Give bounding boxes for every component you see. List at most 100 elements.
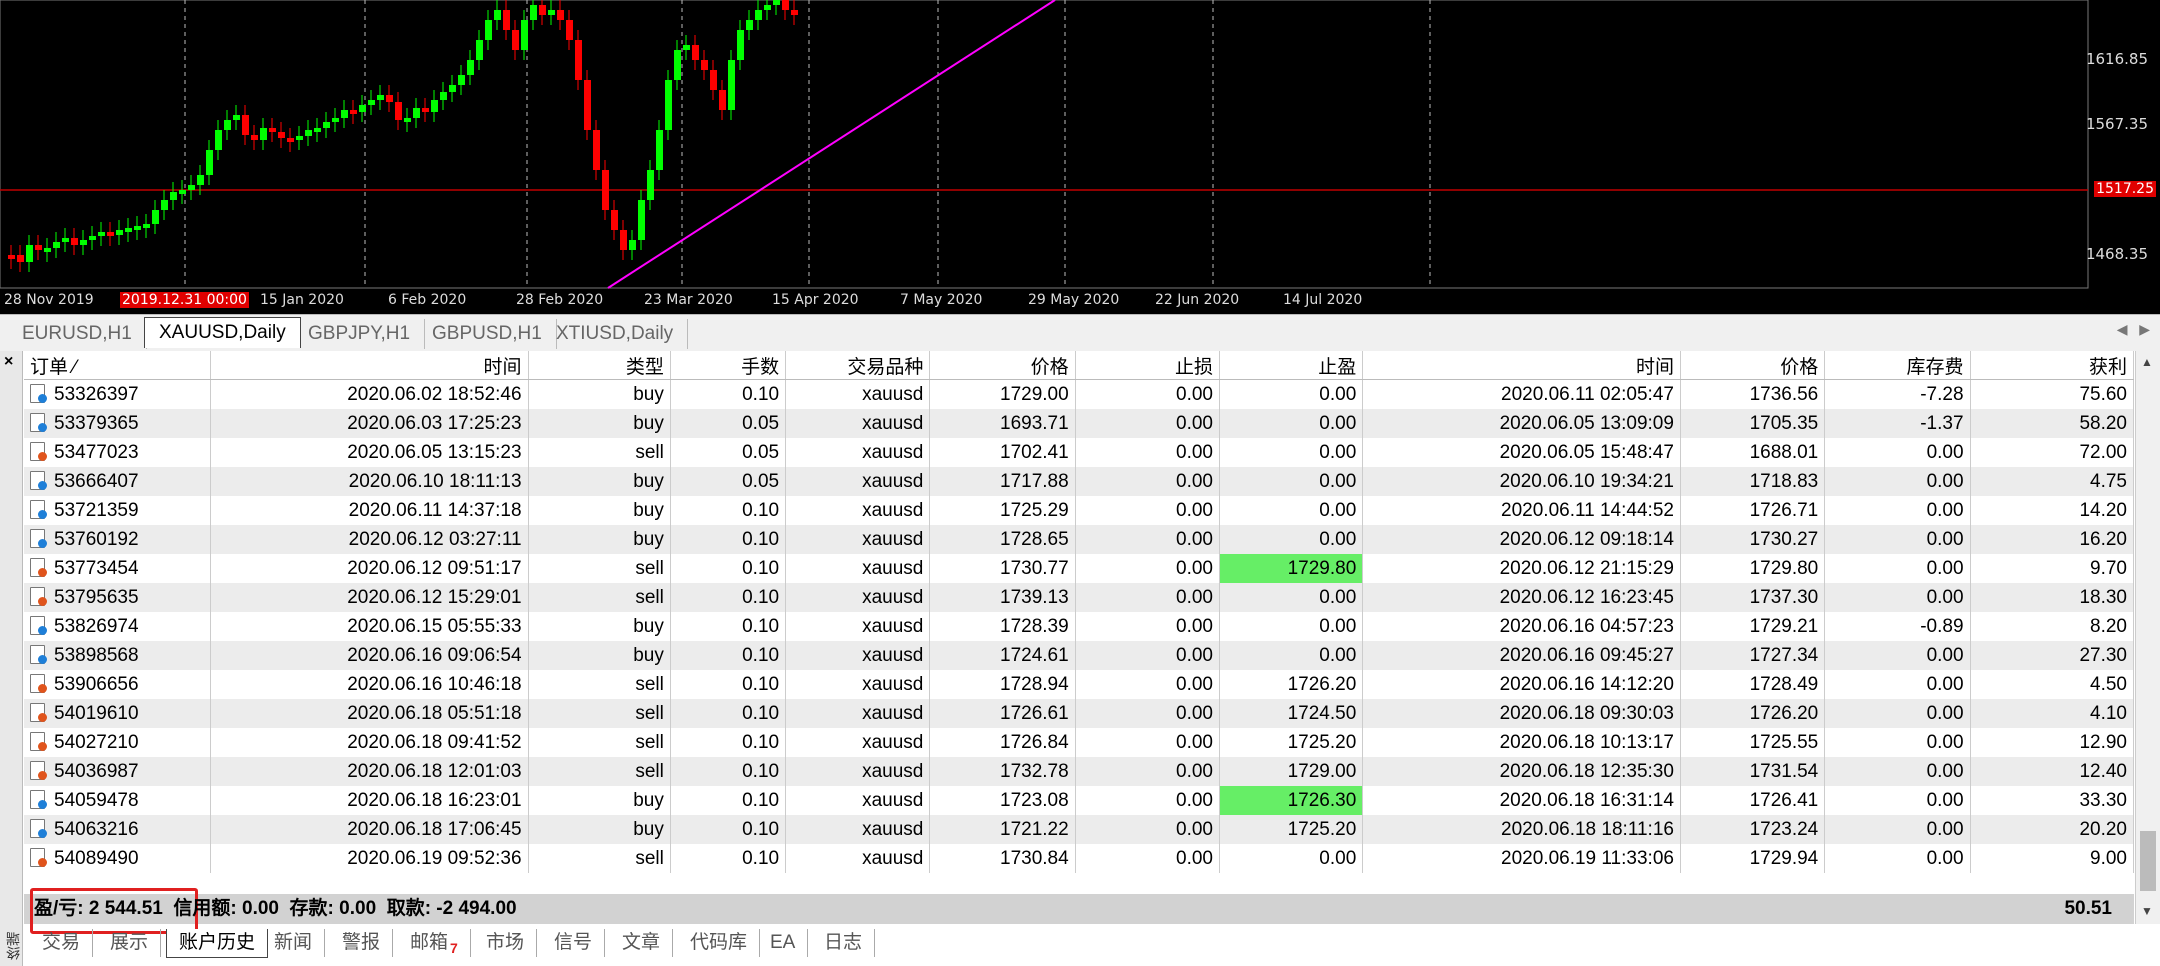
close-icon[interactable]: × <box>4 353 13 371</box>
scroll-thumb[interactable] <box>2140 831 2156 891</box>
column-header[interactable]: 止损 <box>1075 351 1220 380</box>
bottom-tab-6[interactable]: 市场 <box>474 929 538 957</box>
table-row[interactable]: 53906656 2020.06.16 10:46:18 sell 0.10 xauus… <box>24 670 2135 699</box>
bottom-tab-9[interactable]: 代码库 <box>678 929 761 957</box>
table-row[interactable]: 54059478 2020.06.18 16:23:01 buy 0.10 xauusd… <box>24 786 2135 815</box>
table-row[interactable]: 53760192 2020.06.12 03:27:11 buy 0.10 xauusd… <box>24 525 2135 554</box>
table-row[interactable]: 53477023 2020.06.05 13:15:23 sell 0.05 xauus… <box>24 438 2135 467</box>
table-cell: 54089490 <box>24 844 211 873</box>
candle-body <box>485 20 492 40</box>
chart-tab-gbpusd-h1[interactable]: GBPUSD,H1 <box>418 319 557 349</box>
column-header[interactable]: 时间 <box>210 351 529 380</box>
bottom-tab-2[interactable]: 账户历史 <box>166 929 269 958</box>
column-header[interactable]: 获利 <box>1970 351 2135 380</box>
column-header[interactable]: 类型 <box>528 351 671 380</box>
table-cell: 0.00 <box>1824 525 1971 554</box>
table-cell: 20.20 <box>1970 815 2135 844</box>
tab-scroll-arrows[interactable]: ◀ ▶ <box>2117 321 2150 338</box>
bottom-tab-5[interactable]: 邮箱 7 <box>398 929 471 957</box>
table-cell: buy <box>528 379 671 409</box>
table-row[interactable]: 53721359 2020.06.11 14:37:18 buy 0.10 xauusd… <box>24 496 2135 525</box>
vertical-scrollbar[interactable]: ▲ ▼ <box>2135 351 2160 924</box>
table-row[interactable]: 53326397 2020.06.02 18:52:46 buy 0.10 xauusd… <box>24 379 2135 409</box>
table-cell: 0.00 <box>1075 525 1220 554</box>
candle-body <box>791 10 798 15</box>
table-cell: 2020.06.19 09:52:36 <box>210 844 529 873</box>
table-row[interactable]: 54019610 2020.06.18 05:51:18 sell 0.10 xauus… <box>24 699 2135 728</box>
terminal-side-strip: × 终端 <box>0 351 23 966</box>
table-row[interactable]: 53826974 2020.06.15 05:55:33 buy 0.10 xauusd… <box>24 612 2135 641</box>
table-row[interactable]: 53666407 2020.06.10 18:11:13 buy 0.05 xauusd… <box>24 467 2135 496</box>
column-header[interactable]: 库存费 <box>1824 351 1971 380</box>
table-cell: 27.30 <box>1970 641 2135 670</box>
bottom-tab-3[interactable]: 新闻 <box>262 929 326 957</box>
bottom-tab-8[interactable]: 文章 <box>610 929 674 957</box>
table-row[interactable]: 54089490 2020.06.19 09:52:36 sell 0.10 xauus… <box>24 844 2135 873</box>
table-cell: 0.00 <box>1219 583 1364 612</box>
table-cell: 2020.06.18 09:30:03 <box>1362 699 1681 728</box>
table-cell: 1718.83 <box>1680 467 1826 496</box>
table-row[interactable]: 53898568 2020.06.16 09:06:54 buy 0.10 xauusd… <box>24 641 2135 670</box>
trend-line[interactable] <box>607 0 1056 289</box>
candle-body <box>251 135 258 140</box>
candle-body <box>44 248 51 252</box>
bottom-tab-0[interactable]: 交易 <box>30 929 94 957</box>
table-cell: 1730.77 <box>929 554 1076 583</box>
table-row[interactable]: 53379365 2020.06.03 17:25:23 buy 0.05 xauusd… <box>24 409 2135 438</box>
candle-body <box>746 20 753 30</box>
table-cell: 2020.06.11 14:37:18 <box>210 496 529 525</box>
table-cell: 53826974 <box>24 612 211 641</box>
table-row[interactable]: 54027210 2020.06.18 09:41:52 sell 0.10 xauus… <box>24 728 2135 757</box>
candle-body <box>134 226 141 230</box>
candle-body <box>323 122 330 128</box>
table-cell: 1731.54 <box>1680 757 1826 786</box>
table-cell: 4.10 <box>1970 699 2135 728</box>
table-row[interactable]: 53773454 2020.06.12 09:51:17 sell 0.10 xauus… <box>24 554 2135 583</box>
scroll-down-icon[interactable]: ▼ <box>2141 904 2153 918</box>
bottom-tab-10[interactable]: EA <box>758 929 809 957</box>
scroll-up-icon[interactable]: ▲ <box>2141 355 2153 369</box>
bottom-tab-7[interactable]: 信号 <box>542 929 606 957</box>
chart-tab-xtiusd-daily[interactable]: XTIUSD,Daily <box>542 319 689 349</box>
table-cell: 0.10 <box>670 612 787 641</box>
chart-tab-eurusd-h1[interactable]: EURUSD,H1 <box>8 319 147 349</box>
table-cell: 2020.06.12 09:18:14 <box>1362 525 1681 554</box>
table-cell: 0.00 <box>1824 728 1971 757</box>
table-row[interactable]: 53795635 2020.06.12 15:29:01 sell 0.10 xauus… <box>24 583 2135 612</box>
column-header[interactable]: 手数 <box>670 351 787 380</box>
bottom-tab-11[interactable]: 日志 <box>812 929 876 957</box>
current-price-label: 1517.25 <box>2094 181 2156 197</box>
table-cell: 1705.35 <box>1680 409 1826 438</box>
column-header[interactable]: 交易品种 <box>785 351 931 380</box>
table-cell: 2020.06.12 16:23:45 <box>1362 583 1681 612</box>
column-header[interactable]: 价格 <box>1680 351 1826 380</box>
candle-body <box>80 240 87 245</box>
bottom-tab-1[interactable]: 展示 <box>98 929 162 957</box>
table-cell: xauusd <box>785 844 931 873</box>
table-cell: 1723.24 <box>1680 815 1826 844</box>
table-cell: xauusd <box>785 641 931 670</box>
table-cell: 2020.06.12 03:27:11 <box>210 525 529 554</box>
table-cell: 2020.06.10 19:34:21 <box>1362 467 1681 496</box>
table-cell: 2020.06.02 18:52:46 <box>210 379 529 409</box>
column-header[interactable]: 价格 <box>929 351 1076 380</box>
column-header[interactable]: 订单 ⁄ <box>24 351 211 380</box>
price-chart[interactable]: 1616.85 1567.35 1468.35 1517.25 28 Nov 2019… <box>0 0 2160 314</box>
table-cell: 0.00 <box>1824 670 1971 699</box>
table-cell: 0.10 <box>670 525 787 554</box>
table-row[interactable]: 54036987 2020.06.18 12:01:03 sell 0.10 xauus… <box>24 757 2135 786</box>
table-cell: 2020.06.18 09:41:52 <box>210 728 529 757</box>
table-cell: 1724.61 <box>929 641 1076 670</box>
chart-tab-gbpjpy-h1[interactable]: GBPJPY,H1 <box>294 319 426 349</box>
candle-body <box>404 118 411 122</box>
table-row[interactable]: 54063216 2020.06.18 17:06:45 buy 0.10 xauusd… <box>24 815 2135 844</box>
chart-tab-xauusd-daily[interactable]: XAUUSD,Daily <box>144 317 301 348</box>
column-header[interactable]: 时间 <box>1362 351 1681 380</box>
bottom-tab-4[interactable]: 警报 <box>330 929 394 957</box>
table-cell: 1727.34 <box>1680 641 1826 670</box>
candle-body <box>170 192 177 200</box>
table-cell: 14.20 <box>1970 496 2135 525</box>
column-header[interactable]: 止盈 <box>1219 351 1364 380</box>
chart-canvas[interactable] <box>0 0 2160 314</box>
buy-order-icon <box>30 819 48 839</box>
